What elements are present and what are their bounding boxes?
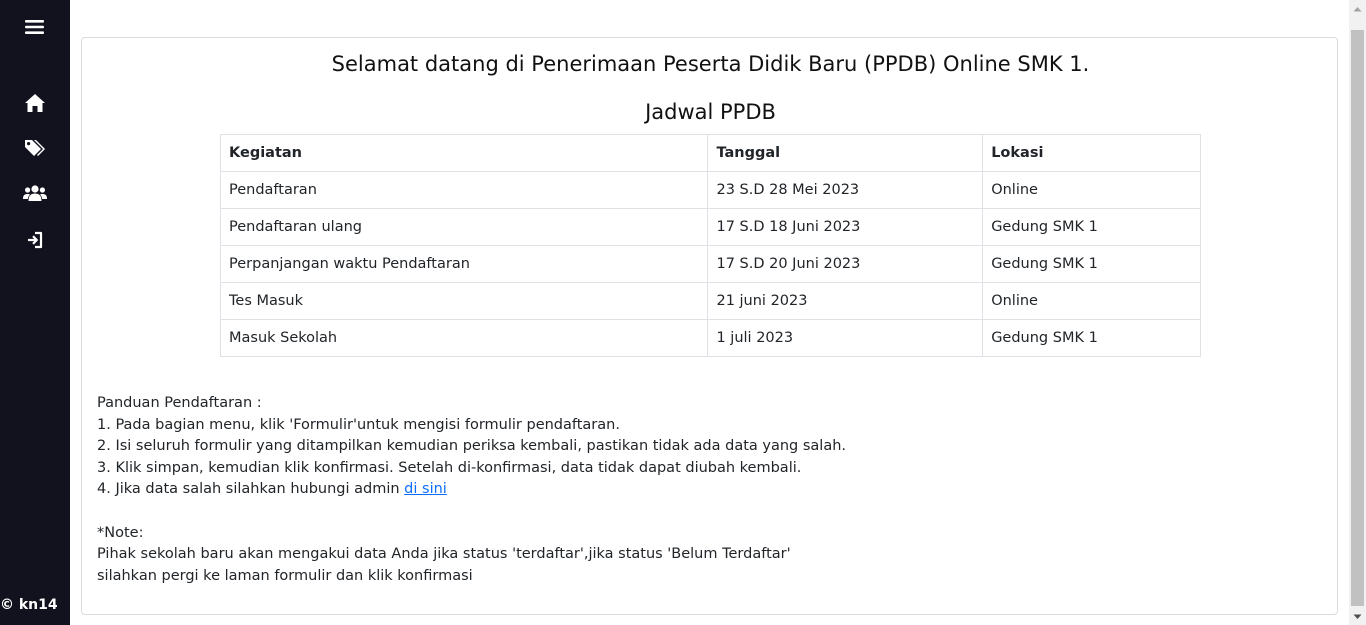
sidebar-item-home[interactable]	[0, 85, 70, 121]
menu-icon	[25, 19, 45, 35]
page-scrollbar[interactable]	[1349, 0, 1366, 625]
guide-step-4-text: 4. Jika data salah silahkan hubungi admi…	[97, 481, 405, 497]
welcome-heading: Selamat datang di Penerimaan Peserta Did…	[331, 52, 1090, 76]
guide-step-4: 4. Jika data salah silahkan hubungi admi…	[97, 479, 997, 501]
home-icon	[24, 93, 46, 113]
sidebar-item-users[interactable]	[0, 175, 70, 211]
scroll-down-arrow-icon[interactable]	[1349, 608, 1366, 625]
guide-step-1: 1. Pada bagian menu, klik 'Formulir'untu…	[97, 416, 620, 433]
schedule-table: Kegiatan Tanggal Lokasi Pendaftaran 23 S…	[219, 134, 1201, 357]
note-line-2: silahkan pergi ke laman formulir dan kli…	[97, 567, 473, 584]
table-row: Pendaftaran ulang 17 S.D 18 Juni 2023 Ge…	[219, 208, 1201, 246]
table-row: Perpanjangan waktu Pendaftaran 17 S.D 20…	[219, 245, 1201, 283]
users-icon	[23, 184, 47, 202]
sidebar: © kn14	[0, 0, 70, 625]
table-row: Tes Masuk 21 juni 2023 Online	[219, 282, 1201, 320]
table-cell: Gedung SMK 1	[982, 208, 1201, 246]
registration-guide: Panduan Pendaftaran : 1. Pada bagian men…	[97, 393, 997, 587]
table-cell: Gedung SMK 1	[982, 319, 1201, 357]
scroll-up-arrow-icon[interactable]	[1349, 0, 1366, 17]
table-row: Pendaftaran 23 S.D 28 Mei 2023 Online	[219, 171, 1201, 209]
note-line-1: Pihak sekolah baru akan mengakui data An…	[97, 546, 791, 562]
scrollbar-thumb[interactable]	[1351, 30, 1364, 606]
table-cell: Tes Masuk	[219, 282, 709, 320]
table-cell: 17 S.D 18 Juni 2023	[707, 208, 984, 246]
schedule-title: Jadwal PPDB	[645, 100, 776, 124]
table-cell: Pendaftaran	[219, 171, 709, 209]
guide-heading: Panduan Pendaftaran :	[97, 395, 262, 411]
sidebar-item-logout[interactable]	[0, 222, 70, 258]
table-cell: Online	[982, 171, 1201, 209]
copyright-text: © kn14	[0, 597, 58, 613]
note-heading: *Note:	[97, 524, 144, 541]
menu-toggle-button[interactable]	[0, 9, 70, 45]
content-card: Selamat datang di Penerimaan Peserta Did…	[81, 37, 1338, 615]
table-cell: 17 S.D 20 Juni 2023	[707, 245, 984, 283]
table-header-row: Kegiatan Tanggal Lokasi	[219, 134, 1201, 172]
table-cell: Masuk Sekolah	[219, 319, 709, 357]
table-cell: Gedung SMK 1	[982, 245, 1201, 283]
guide-step-3: 3. Klik simpan, kemudian klik konfirmasi…	[97, 459, 802, 476]
column-header-tanggal: Tanggal	[707, 134, 984, 172]
table-cell: 21 juni 2023	[707, 282, 984, 320]
column-header-lokasi: Lokasi	[982, 134, 1201, 172]
table-cell: Perpanjangan waktu Pendaftaran	[219, 245, 709, 283]
contact-admin-link[interactable]: di sini	[404, 481, 447, 497]
logout-icon	[26, 231, 44, 249]
column-header-kegiatan: Kegiatan	[219, 134, 709, 172]
table-row: Masuk Sekolah 1 juli 2023 Gedung SMK 1	[219, 319, 1201, 357]
table-cell: Online	[982, 282, 1201, 320]
table-cell: Pendaftaran ulang	[219, 208, 709, 246]
sidebar-item-tags[interactable]	[0, 130, 70, 166]
table-cell: 1 juli 2023	[707, 319, 984, 357]
tags-icon	[24, 138, 46, 158]
guide-step-2: 2. Isi seluruh formulir yang ditampilkan…	[97, 438, 847, 454]
table-cell: 23 S.D 28 Mei 2023	[707, 171, 984, 209]
